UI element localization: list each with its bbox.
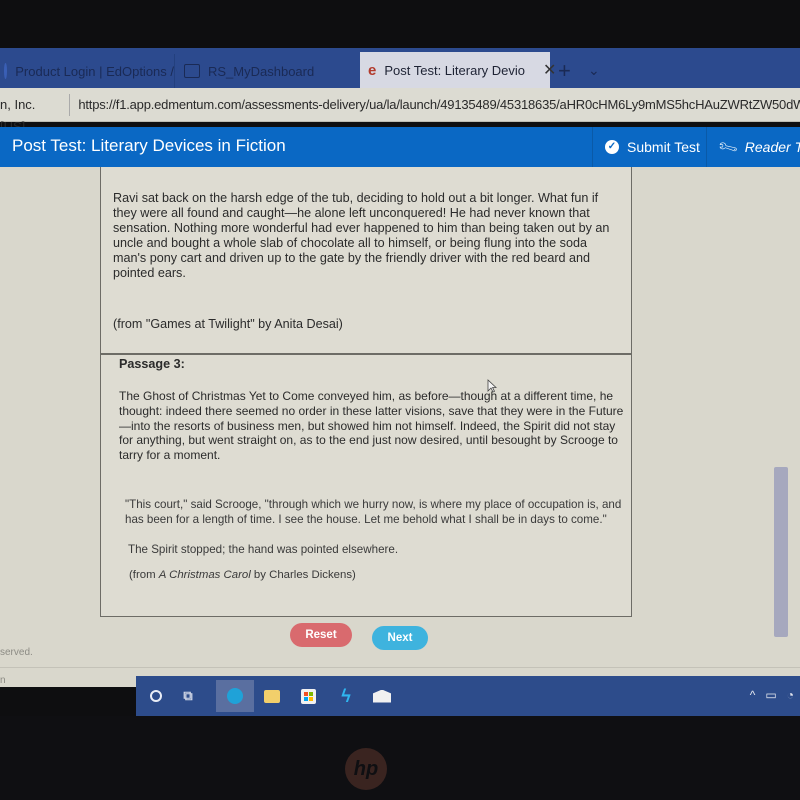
edge-icon: e [368, 61, 377, 79]
mail-icon [373, 689, 391, 703]
citation-suffix: by Charles Dickens) [250, 569, 356, 581]
tab-rs-mydashboard[interactable]: RS_MyDashboard [176, 54, 356, 88]
pinned-app-button[interactable]: ϟ [328, 680, 364, 712]
store-button[interactable] [290, 680, 326, 712]
edge-taskbar-button[interactable] [216, 680, 254, 712]
battery-icon[interactable]: ▭ [765, 688, 776, 702]
submit-test-label: Submit Test [627, 139, 700, 155]
mail-button[interactable] [364, 680, 400, 712]
citation-prefix: (from [129, 569, 159, 581]
tab-label: Product Login | EdOptions / [15, 63, 174, 79]
passage-divider [101, 353, 631, 355]
tab-label: Post Test: Literary Devio [384, 62, 525, 78]
check-circle-icon: ✓ [605, 140, 619, 154]
tab-label: RS_MyDashboard [208, 63, 315, 79]
reader-tools-label: Reader T [744, 139, 800, 155]
cortana-icon [150, 690, 162, 702]
tray-chevron-icon[interactable]: ^ [750, 688, 756, 702]
hp-logo: hp [345, 748, 387, 790]
passage-3-paragraph: The Spirit stopped; the hand was pointed… [128, 543, 399, 556]
passage-2-text: Ravi sat back on the harsh edge of the t… [113, 191, 610, 280]
monitor-bezel [0, 716, 800, 800]
citation-title: A Christmas Carol [158, 569, 251, 581]
chevron-down-icon[interactable]: ⌄ [588, 62, 600, 79]
footer-divider [0, 667, 800, 668]
wrench-icon: 🔧︎ [715, 135, 740, 158]
reset-button[interactable]: Reset [290, 623, 352, 647]
url-field[interactable]: https://f1.app.edmentum.com/assessments-… [70, 97, 800, 112]
tab-product-login[interactable]: Product Login | EdOptions / [0, 54, 175, 88]
passages-panel: Ravi sat back on the harsh edge of the t… [100, 167, 632, 617]
passage-3-paragraph: The Ghost of Christmas Yet to Come conve… [119, 389, 624, 463]
app-icon: ϟ [341, 685, 351, 706]
footer-text: n [0, 675, 6, 686]
wifi-icon[interactable]: ◔ [787, 688, 794, 702]
task-view-button[interactable]: ⧉ [170, 680, 206, 712]
passage-3-paragraph: "This court," said Scrooge, "through whi… [125, 498, 622, 526]
cortana-button[interactable] [138, 680, 174, 712]
page-title: Post Test: Literary Devices in Fiction [12, 136, 286, 155]
test-header: Post Test: Literary Devices in Fiction ✓… [0, 127, 800, 167]
browser-tab-strip: Product Login | EdOptions / RS_MyDashboa… [0, 48, 800, 88]
passage-3-citation: (from A Christmas Carol by Charles Dicke… [129, 568, 634, 583]
page-icon [184, 64, 200, 78]
address-bar[interactable]: n, Inc. [US] https://f1.app.edmentum.com… [0, 88, 800, 134]
submit-test-button[interactable]: ✓ Submit Test [592, 127, 704, 167]
passage-3-label: Passage 3: [119, 357, 185, 371]
globe-icon [4, 63, 8, 79]
file-explorer-button[interactable] [254, 680, 290, 712]
passage-2-citation: (from "Games at Twilight" by Anita Desai… [113, 317, 343, 331]
reader-tools-button[interactable]: 🔧︎ Reader T [706, 127, 800, 167]
store-icon [300, 688, 316, 704]
footer-copyright: served. [0, 647, 33, 658]
certificate-label[interactable]: n, Inc. [US] [0, 93, 71, 134]
file-explorer-icon [264, 689, 280, 703]
tab-post-test[interactable]: e Post Test: Literary Devio ✕ [360, 52, 556, 88]
new-tab-button[interactable]: + [558, 58, 571, 84]
edge-icon [227, 688, 243, 704]
taskbar: ⧉ ϟ ^ ▭ ◔ [136, 676, 800, 716]
task-view-icon: ⧉ [183, 688, 193, 703]
next-button[interactable]: Next [372, 626, 428, 650]
page-scrollbar[interactable] [774, 467, 788, 637]
test-content-area: Ravi sat back on the harsh edge of the t… [0, 167, 800, 687]
system-tray: ^ ▭ ◔ [750, 688, 794, 702]
close-tab-icon[interactable]: ✕ [543, 60, 556, 80]
